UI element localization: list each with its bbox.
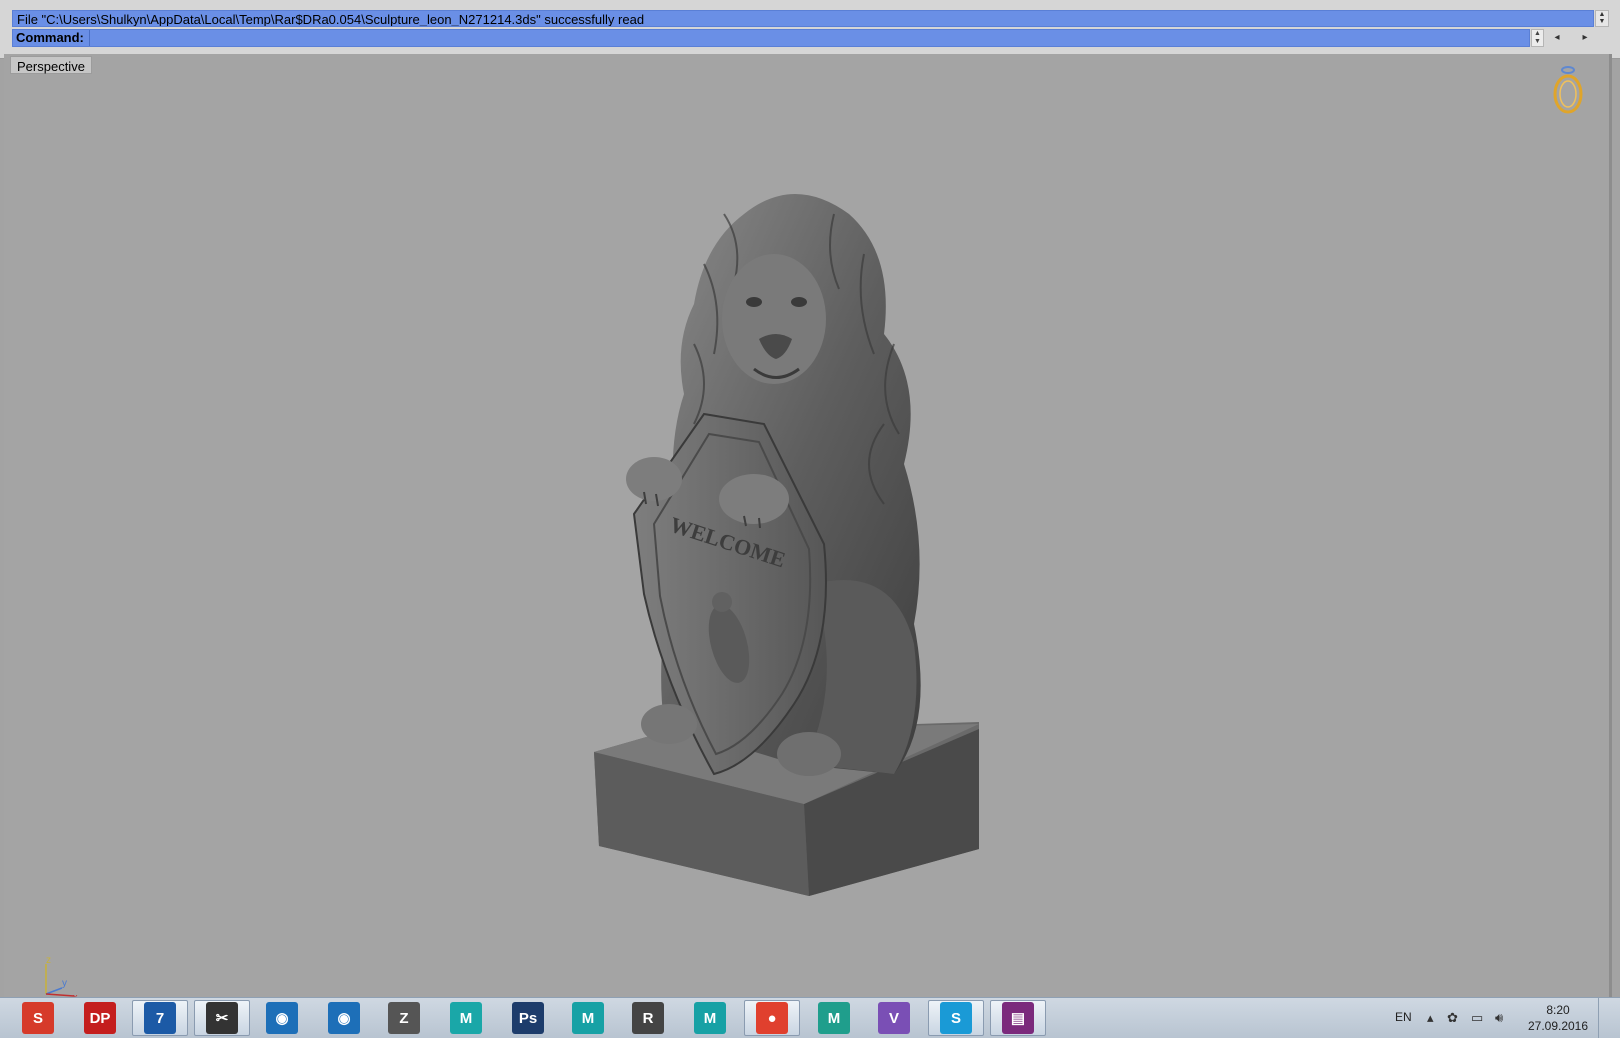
taskbar-app-button[interactable]: ▤ <box>990 1000 1046 1036</box>
command-area: File "C:\Users\Shulkyn\AppData\Local\Tem… <box>0 0 1620 59</box>
ring-logo-icon <box>1553 66 1583 114</box>
taskbar-app-button[interactable]: V <box>866 1000 922 1036</box>
viber-icon: V <box>878 1002 910 1034</box>
volume-icon[interactable]: 🔊︎ <box>1495 1010 1503 1026</box>
viewport-label[interactable]: Perspective <box>10 56 92 74</box>
rhino-icon: R <box>632 1002 664 1034</box>
axis-z-label: z <box>46 956 51 966</box>
keyshot-icon: ◉ <box>266 1002 298 1034</box>
maya2-icon: M <box>694 1002 726 1034</box>
taskbar-app-button[interactable]: ✂ <box>194 1000 250 1036</box>
chrome-icon: ● <box>756 1002 788 1034</box>
taskbar-app-button[interactable]: Ps <box>500 1000 556 1036</box>
network-icon[interactable]: ▭ <box>1471 1010 1483 1026</box>
photoshop-icon: Ps <box>512 1002 544 1034</box>
lion-sculpture-model[interactable]: WELCOME <box>594 124 1014 914</box>
taskbar-app-button[interactable]: R <box>620 1000 676 1036</box>
taskbar-app-button[interactable]: ● <box>744 1000 800 1036</box>
command-line: Command: <box>12 29 1530 47</box>
clock-date: 27.09.2016 <box>1527 1019 1589 1033</box>
taskbar-app-button[interactable]: S <box>928 1000 984 1036</box>
zbrush-icon: Z <box>388 1002 420 1034</box>
perspective-viewport[interactable]: Perspective WELCOME z y <box>4 54 1612 1001</box>
command-spinner[interactable]: ▲ ▼ <box>1531 29 1544 47</box>
taskbar-app-button[interactable]: M <box>682 1000 738 1036</box>
language-indicator[interactable]: EN <box>1395 1010 1412 1024</box>
clock[interactable]: 8:20 27.09.2016 <box>1510 1002 1606 1034</box>
taskbar-app-button[interactable]: Z <box>376 1000 432 1036</box>
axis-indicator: z y x <box>45 956 78 1001</box>
clock-time: 8:20 <box>1546 1003 1570 1017</box>
taskbar-app-button[interactable]: DP <box>72 1000 128 1036</box>
sketchup-icon: S <box>22 1002 54 1034</box>
3ds-max-icon: M <box>450 1002 482 1034</box>
command-label: Command: <box>16 30 84 45</box>
mudbox-icon: M <box>818 1002 850 1034</box>
taskbar-app-button[interactable]: ◉ <box>254 1000 310 1036</box>
scroll-right-icon[interactable]: ▸ <box>1575 29 1595 47</box>
skype-icon: S <box>940 1002 972 1034</box>
tray-app-icon[interactable]: ✿ <box>1447 1010 1458 1026</box>
taskbar-app-button[interactable]: M <box>438 1000 494 1036</box>
show-desktop-button[interactable] <box>1598 998 1620 1038</box>
scroll-left-icon[interactable]: ◂ <box>1547 29 1567 47</box>
taskbar-app-button[interactable]: M <box>560 1000 616 1036</box>
dp-icon: DP <box>84 1002 116 1034</box>
maya-icon: M <box>572 1002 604 1034</box>
tool-icon: ✂ <box>206 1002 238 1034</box>
winrar-icon: ▤ <box>1002 1002 1034 1034</box>
keyshot2-icon: ◉ <box>328 1002 360 1034</box>
history-scrollbar[interactable]: ▲ ▼ <box>1595 10 1609 27</box>
command-input[interactable] <box>89 30 1523 46</box>
taskbar-app-button[interactable]: 7 <box>132 1000 188 1036</box>
3d-coat-icon: 7 <box>144 1002 176 1034</box>
viewport-border <box>1609 54 1612 997</box>
windows-taskbar: S DP 7 ✂ ◉ ◉ Z M Ps M R M ● M V S ▤ EN ▴ ✿ ▭ 🔊︎ 8:20 27.… <box>0 997 1620 1038</box>
axis-y-label: y <box>62 978 67 989</box>
taskbar-app-button[interactable]: S <box>10 1000 66 1036</box>
tray-expand-icon[interactable]: ▴ <box>1427 1010 1434 1026</box>
command-history: File "C:\Users\Shulkyn\AppData\Local\Tem… <box>12 10 1594 27</box>
taskbar-app-button[interactable]: M <box>806 1000 862 1036</box>
taskbar-app-button[interactable]: ◉ <box>316 1000 372 1036</box>
